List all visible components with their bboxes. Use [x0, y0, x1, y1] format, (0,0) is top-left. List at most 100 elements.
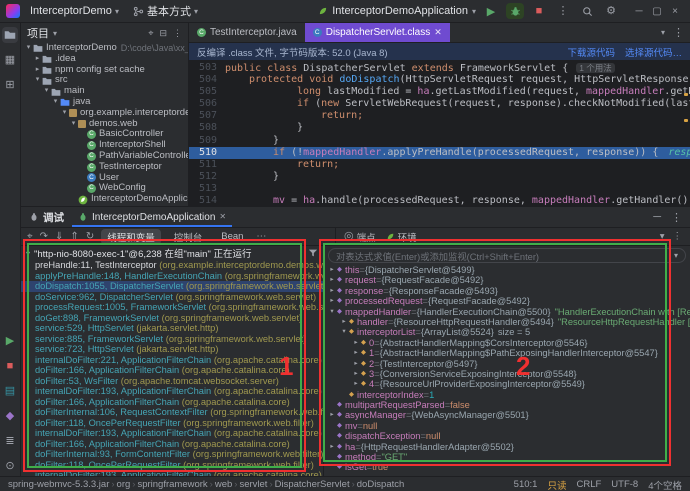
breadcrumb-item[interactable]: spring-webmvc-5.3.3.jar — [8, 479, 109, 490]
step-out-button[interactable]: ⇑ — [70, 232, 78, 242]
code-line[interactable]: 506if (new ServletWebRequest(request, re… — [189, 98, 690, 110]
breadcrumb-item[interactable]: DispatcherServlet — [275, 479, 350, 490]
close-tab-icon[interactable]: ✕ — [434, 27, 442, 38]
code-line[interactable]: 503public class DispatcherServlet extend… — [189, 62, 690, 74]
stack-frame[interactable]: processRequest:1005, FrameworkServlet (o… — [21, 302, 323, 313]
variable-row[interactable]: ▾◆mappedHandler = {HandlerExecutionChain… — [324, 307, 690, 317]
more-options-icon[interactable]: ⋮ — [673, 231, 683, 242]
indent-widget[interactable]: 4个空格 — [648, 478, 682, 491]
project-tool-button[interactable] — [2, 27, 18, 43]
tree-item[interactable]: ▸.idea — [21, 54, 188, 65]
variable-row[interactable]: ▸◆response = {ResponseFacade@5493} — [324, 286, 690, 296]
stack-frame[interactable]: applyPreHandle:148, HandlerExecutionChai… — [21, 271, 323, 282]
variable-row[interactable]: ▸◆0 = {AbstractHandlerMapping$CorsInterc… — [324, 338, 690, 348]
variable-chevron-icon[interactable]: ▸ — [328, 275, 336, 285]
code-line[interactable]: 509} — [189, 135, 690, 147]
encoding-widget[interactable]: UTF-8 — [611, 479, 638, 490]
variable-row[interactable]: ◆mv = null — [324, 421, 690, 431]
variable-row[interactable]: ▸◆1 = {AbstractHandlerMapping$PathExposi… — [324, 348, 690, 358]
caret-position[interactable]: 510:1 — [514, 479, 538, 490]
code-line[interactable]: 508} — [189, 122, 690, 134]
stop-button[interactable]: ■ — [530, 3, 548, 19]
tab-testinterceptor[interactable]: C TestInterceptor.java — [189, 23, 305, 42]
tree-item[interactable]: ▾InterceptorDemoD:\code\Java\xx_study\Me… — [21, 43, 188, 54]
variable-row[interactable]: ▸◆2 = {TestInterceptor@5497} — [324, 359, 690, 369]
problems-tool-button[interactable]: ■ — [2, 358, 18, 374]
notifications-tool-button[interactable]: ≣ — [2, 433, 18, 449]
variable-row[interactable]: ▸◆ha = {HttpRequestHandlerAdapter@5502} — [324, 442, 690, 452]
services-tool-button[interactable]: ▶ — [2, 333, 18, 349]
code-line[interactable]: 510if (!mappedHandler.applyPreHandle(pro… — [189, 147, 690, 159]
rerun-button[interactable]: ↻ — [86, 232, 94, 242]
stack-frame[interactable]: internalDoFilter:221, ApplicationFilterC… — [21, 355, 323, 366]
stack-frame[interactable]: doFilter:53, WsFilter (org.apache.tomcat… — [21, 376, 323, 387]
debug-session-tab[interactable]: InterceptorDemoApplication ✕ — [72, 207, 232, 227]
tab-environment[interactable]: 环境 — [386, 230, 417, 244]
settings-button[interactable]: ⚙ — [602, 3, 620, 19]
code-line[interactable]: 507return; — [189, 110, 690, 122]
variable-chevron-icon[interactable]: ▾ — [340, 327, 348, 337]
editor-options-icon[interactable]: ⋮ — [673, 26, 684, 39]
variable-row[interactable]: ▸◆this = {DispatcherServlet@5499} — [324, 265, 690, 275]
tree-chevron-icon[interactable]: ▾ — [60, 108, 69, 119]
variable-row[interactable]: ▸◆request = {RequestFacade@5492} — [324, 275, 690, 285]
locate-file-button[interactable]: ⌖ — [148, 28, 153, 39]
stack-frame[interactable]: doService:962, DispatcherServlet (org.sp… — [21, 292, 323, 303]
panel-options-button[interactable]: ⋮ — [671, 211, 682, 224]
show-execution-point-button[interactable]: ⌖ — [27, 232, 33, 242]
run-config-selector[interactable]: InterceptorDemoApplication ▾ — [318, 5, 476, 17]
stack-frame[interactable]: service:529, HttpServlet (jakarta.servle… — [21, 323, 323, 334]
tree-item[interactable]: ▾org.example.interceptordemo — [21, 108, 188, 119]
stack-frame[interactable]: internalDoFilter:193, ApplicationFilterC… — [21, 470, 323, 476]
choose-sources-link[interactable]: 选择源代码… — [625, 45, 682, 59]
variable-row[interactable]: ▸◆3 = {ConversionServiceExposingIntercep… — [324, 369, 690, 379]
tree-chevron-icon[interactable]: ▾ — [33, 75, 42, 86]
variable-row[interactable]: ◆method = "GET" — [324, 452, 690, 462]
search-everywhere-button[interactable] — [578, 3, 596, 19]
more-tools-button[interactable]: ⊙ — [2, 458, 18, 474]
variable-chevron-icon[interactable]: ▸ — [328, 410, 336, 420]
variable-row[interactable]: ▸◆4 = {ResourceUrlProviderExposingInterc… — [324, 379, 690, 389]
commit-tool-button[interactable]: ▦ — [2, 52, 18, 68]
readonly-indicator[interactable]: 只读 — [547, 478, 566, 491]
vcs-branch-widget[interactable]: 基本方式 ▾ — [129, 2, 202, 20]
tree-item[interactable]: CTestInterceptor — [21, 162, 188, 173]
stack-frame[interactable]: preHandle:11, TestInterceptor (org.examp… — [21, 260, 323, 271]
stack-frame[interactable]: doFilter:118, OncePerRequestFilter (org.… — [21, 460, 323, 471]
code-line[interactable]: 513 — [189, 183, 690, 195]
structure-tool-button[interactable]: ⊞ — [2, 77, 18, 93]
close-button[interactable]: × — [666, 6, 684, 17]
layout-settings-icon[interactable]: ▾ — [660, 231, 665, 242]
stack-frame[interactable]: doGet:898, FrameworkServlet (org.springf… — [21, 313, 323, 324]
terminal-tool-button[interactable]: ▤ — [2, 383, 18, 399]
stack-frame[interactable]: internalDoFilter:193, ApplicationFilterC… — [21, 386, 323, 397]
variable-chevron-icon[interactable]: ▸ — [328, 442, 336, 452]
variable-row[interactable]: ▸◆asyncManager = {WebAsyncManager@5501} — [324, 410, 690, 420]
debug-tool-button[interactable]: ◆ — [2, 408, 18, 424]
stack-frame[interactable]: doFilter:118, OncePerRequestFilter (org.… — [21, 418, 323, 429]
collapse-all-button[interactable]: ⊟ — [159, 28, 167, 39]
variable-row[interactable]: ◆interceptorIndex = 1 — [324, 390, 690, 400]
tree-chevron-icon[interactable]: ▾ — [24, 43, 33, 54]
stack-frame[interactable]: doFilterInternal:106, RequestContextFilt… — [21, 407, 323, 418]
hidden-tabs-icon[interactable]: ▾ — [661, 28, 665, 37]
code-editor[interactable]: 503public class DispatcherServlet extend… — [189, 61, 690, 206]
tab-endpoints[interactable]: ◎ 端点 — [344, 230, 376, 244]
tree-item[interactable]: ▸npm config set cache — [21, 65, 188, 76]
variable-chevron-icon[interactable]: ▸ — [352, 338, 360, 348]
minimize-button[interactable]: ─ — [630, 6, 648, 17]
stack-frame[interactable]: service:723, HttpServlet (jakarta.servle… — [21, 344, 323, 355]
line-separator-widget[interactable]: CRLF — [576, 479, 601, 490]
variable-row[interactable]: ◆dispatchException = null — [324, 431, 690, 441]
tab-console[interactable]: 控制台 — [168, 229, 209, 245]
tree-item[interactable]: ▾src — [21, 75, 188, 86]
usages-inlay-hint[interactable]: 1 个用法 — [576, 63, 615, 73]
tree-chevron-icon[interactable]: ▾ — [51, 97, 60, 108]
tree-chevron-icon[interactable]: ▾ — [42, 86, 51, 97]
stack-frame[interactable]: doFilter:166, ApplicationFilterChain (or… — [21, 397, 323, 408]
stack-frame[interactable]: internalDoFilter:193, ApplicationFilterC… — [21, 428, 323, 439]
step-over-button[interactable]: ↷ — [40, 232, 48, 242]
debug-button[interactable] — [506, 3, 524, 19]
variable-chevron-icon[interactable]: ▸ — [328, 286, 336, 296]
variable-row[interactable]: ◆multipartRequestParsed = false — [324, 400, 690, 410]
